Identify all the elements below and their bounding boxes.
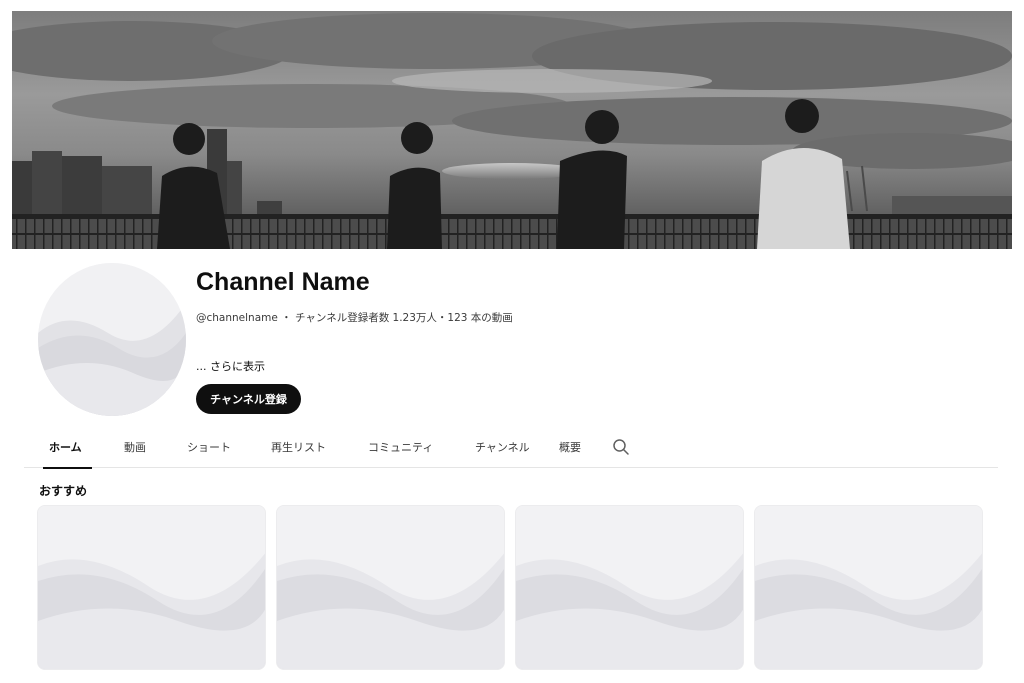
- thumbnail-placeholder-icon: [38, 506, 265, 669]
- channel-banner: [12, 11, 1012, 249]
- channel-handle: @channelname: [196, 312, 278, 324]
- tab-videos[interactable]: 動画: [124, 426, 146, 468]
- tab-home[interactable]: ホーム: [43, 426, 92, 469]
- video-card[interactable]: [276, 505, 505, 670]
- tab-about[interactable]: 概要: [559, 426, 581, 468]
- subscriber-count: チャンネル登録者数 1.23万人: [295, 312, 437, 324]
- thumbnail-placeholder-icon: [516, 506, 743, 669]
- video-count: 123 本の動画: [447, 312, 513, 324]
- meta-dot: ・: [436, 312, 448, 324]
- banner-photo: [12, 11, 1012, 249]
- channel-meta: @channelname ・ チャンネル登録者数 1.23万人・123 本の動画: [196, 310, 513, 325]
- video-card[interactable]: [515, 505, 744, 670]
- channel-tabs: ホーム 動画 ショート 再生リスト コミュニティ チャンネル 概要: [24, 426, 998, 469]
- section-title: おすすめ: [39, 484, 88, 498]
- subscribe-button[interactable]: チャンネル登録: [196, 384, 301, 414]
- thumbnail-placeholder-icon: [277, 506, 504, 669]
- show-more-link[interactable]: ... さらに表示: [196, 358, 265, 374]
- tab-shorts[interactable]: ショート: [187, 426, 231, 468]
- channel-avatar[interactable]: [38, 263, 186, 416]
- avatar-placeholder-icon: [38, 263, 186, 416]
- meta-separator: ・: [277, 312, 296, 324]
- tab-playlists[interactable]: 再生リスト: [271, 426, 326, 468]
- thumbnail-placeholder-icon: [755, 506, 982, 669]
- tab-community[interactable]: コミュニティ: [368, 426, 433, 468]
- search-icon[interactable]: [612, 438, 630, 456]
- video-card[interactable]: [37, 505, 266, 670]
- channel-name: Channel Name: [196, 268, 370, 296]
- video-card[interactable]: [754, 505, 983, 670]
- tab-channels[interactable]: チャンネル: [475, 426, 530, 468]
